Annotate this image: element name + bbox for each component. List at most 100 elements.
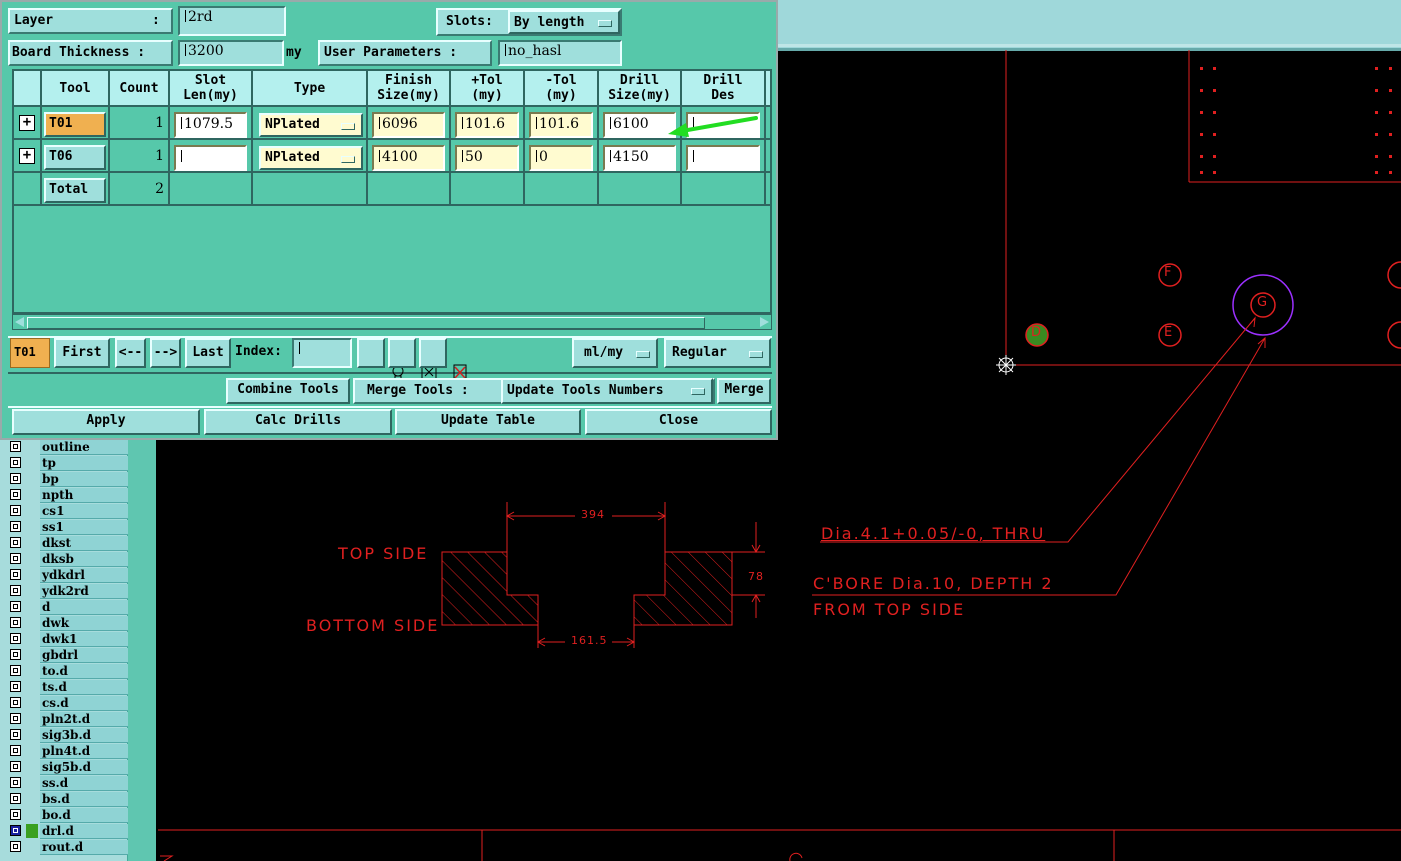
layer-checkbox[interactable] — [10, 617, 21, 628]
bulb-icon-button[interactable] — [357, 338, 404, 381]
scissors-icon-button[interactable] — [388, 338, 437, 380]
layer-row[interactable]: ss.d — [6, 776, 128, 791]
layer-checkbox[interactable] — [10, 697, 21, 708]
layer-checkbox[interactable] — [10, 553, 21, 564]
layer-checkbox[interactable] — [10, 681, 21, 692]
col-header-slot-len: Slot Len(my) — [170, 71, 253, 107]
layer-row[interactable]: bo.d — [6, 808, 128, 823]
layer-checkbox[interactable] — [10, 793, 21, 804]
layer-field[interactable]: 2rd — [178, 6, 286, 36]
layer-checkbox[interactable] — [10, 633, 21, 644]
layer-row[interactable]: ydkdrl — [6, 568, 128, 583]
last-button[interactable]: Last — [185, 338, 231, 368]
layer-checkbox[interactable] — [10, 521, 21, 532]
layer-row[interactable]: ydk2rd — [6, 584, 128, 599]
layer-checkbox[interactable] — [10, 505, 21, 516]
layer-checkbox[interactable] — [10, 809, 21, 820]
board-thickness-field[interactable]: 3200 — [178, 40, 284, 66]
layer-row[interactable]: to.d — [6, 664, 128, 679]
prev-button[interactable]: <-- — [115, 338, 146, 368]
slots-dropdown[interactable]: By length — [508, 10, 620, 34]
layer-row[interactable]: cs.d — [6, 696, 128, 711]
layer-checkbox[interactable] — [10, 825, 21, 836]
layer-row[interactable]: bp — [6, 472, 128, 487]
layer-checkbox[interactable] — [10, 761, 21, 772]
annotation-arrow-icon — [668, 116, 758, 137]
layer-checkbox[interactable] — [10, 841, 21, 852]
expand-row-icon[interactable]: + — [19, 148, 35, 164]
layer-checkbox[interactable] — [10, 569, 21, 580]
layer-row[interactable]: bs.d — [6, 792, 128, 807]
plus-tol-field[interactable]: 50 — [455, 145, 519, 171]
next-button[interactable]: --> — [150, 338, 181, 368]
combine-tools-button[interactable]: Combine Tools — [226, 378, 350, 404]
layer-row[interactable]: sig5b.d — [6, 760, 128, 775]
apply-button[interactable]: Apply — [12, 409, 200, 435]
layer-checkbox[interactable] — [10, 457, 21, 468]
merge-button[interactable]: Merge — [717, 378, 771, 404]
layer-checkbox[interactable] — [10, 473, 21, 484]
update-table-button[interactable]: Update Table — [395, 409, 581, 435]
layer-checkbox[interactable] — [10, 537, 21, 548]
units-dropdown[interactable]: ml/my — [572, 338, 658, 368]
layer-row[interactable]: dkst — [6, 536, 128, 551]
minus-tol-field[interactable]: 0 — [529, 145, 593, 171]
merge-mode-dropdown[interactable]: Update Tools Numbers — [501, 378, 713, 404]
minus-tol-field[interactable]: 101.6 — [529, 112, 593, 138]
drill-field[interactable]: 4150 — [603, 145, 676, 171]
layer-row[interactable]: dwk1 — [6, 632, 128, 647]
layer-checkbox[interactable] — [10, 729, 21, 740]
layer-row[interactable]: dksb — [6, 552, 128, 567]
layer-checkbox[interactable] — [10, 489, 21, 500]
layer-row[interactable]: rout.d — [6, 840, 128, 855]
layer-checkbox[interactable] — [10, 777, 21, 788]
layer-row[interactable]: tp — [6, 456, 128, 471]
layer-row[interactable]: drl.d — [6, 824, 128, 839]
tool-name[interactable]: T01 — [44, 112, 106, 137]
type-dropdown[interactable]: NPlated — [259, 113, 363, 137]
layer-checkbox[interactable] — [10, 585, 21, 596]
expand-row-icon[interactable]: + — [19, 115, 35, 131]
layer-checkbox[interactable] — [10, 665, 21, 676]
layer-row[interactable]: npth — [6, 488, 128, 503]
mode-dropdown[interactable]: Regular — [664, 338, 771, 368]
table-hscrollbar[interactable] — [12, 314, 772, 330]
layer-row[interactable]: pln4t.d — [6, 744, 128, 759]
layer-checkbox[interactable] — [10, 441, 21, 452]
layer-row[interactable]: d — [6, 600, 128, 615]
calc-drills-button[interactable]: Calc Drills — [204, 409, 392, 435]
layer-checkbox[interactable] — [10, 601, 21, 612]
finish-field[interactable]: 4100 — [372, 145, 445, 171]
type-dropdown[interactable]: NPlated — [259, 146, 363, 170]
layer-panel-scrollbar[interactable] — [127, 430, 156, 861]
layer-row[interactable]: cs1 — [6, 504, 128, 519]
layer-name: pln2t.d — [40, 712, 128, 727]
delete-icon-button[interactable] — [419, 338, 467, 381]
col-header-tool: Tool — [42, 71, 110, 107]
scroll-left-icon[interactable] — [15, 317, 24, 327]
plus-tol-field[interactable]: 101.6 — [455, 112, 519, 138]
layer-row[interactable]: outline — [6, 440, 128, 455]
drill-des-field[interactable] — [686, 145, 760, 171]
user-params-field[interactable]: no_hasl — [498, 40, 622, 66]
close-button[interactable]: Close — [585, 409, 772, 435]
layer-row[interactable]: pln2t.d — [6, 712, 128, 727]
index-field[interactable] — [292, 338, 352, 368]
first-button[interactable]: First — [54, 338, 110, 368]
layer-row[interactable]: ts.d — [6, 680, 128, 695]
slot-len-field[interactable]: 1079.5 — [174, 112, 247, 138]
layer-row[interactable]: dwk — [6, 616, 128, 631]
layer-row[interactable]: ss1 — [6, 520, 128, 535]
layer-row[interactable]: gbdrl — [6, 648, 128, 663]
slot-len-field[interactable] — [174, 145, 247, 171]
layer-checkbox[interactable] — [10, 745, 21, 756]
scroll-right-icon[interactable] — [760, 317, 769, 327]
finish-field[interactable]: 6096 — [372, 112, 445, 138]
layer-checkbox[interactable] — [10, 649, 21, 660]
layer-row[interactable]: sig3b.d — [6, 728, 128, 743]
drill-value: 4150 — [613, 149, 649, 165]
scroll-thumb[interactable] — [27, 317, 705, 329]
layer-checkbox[interactable] — [10, 713, 21, 724]
col-header-drill-size: Drill Size(my) — [599, 71, 682, 107]
tool-name[interactable]: T06 — [44, 145, 106, 170]
